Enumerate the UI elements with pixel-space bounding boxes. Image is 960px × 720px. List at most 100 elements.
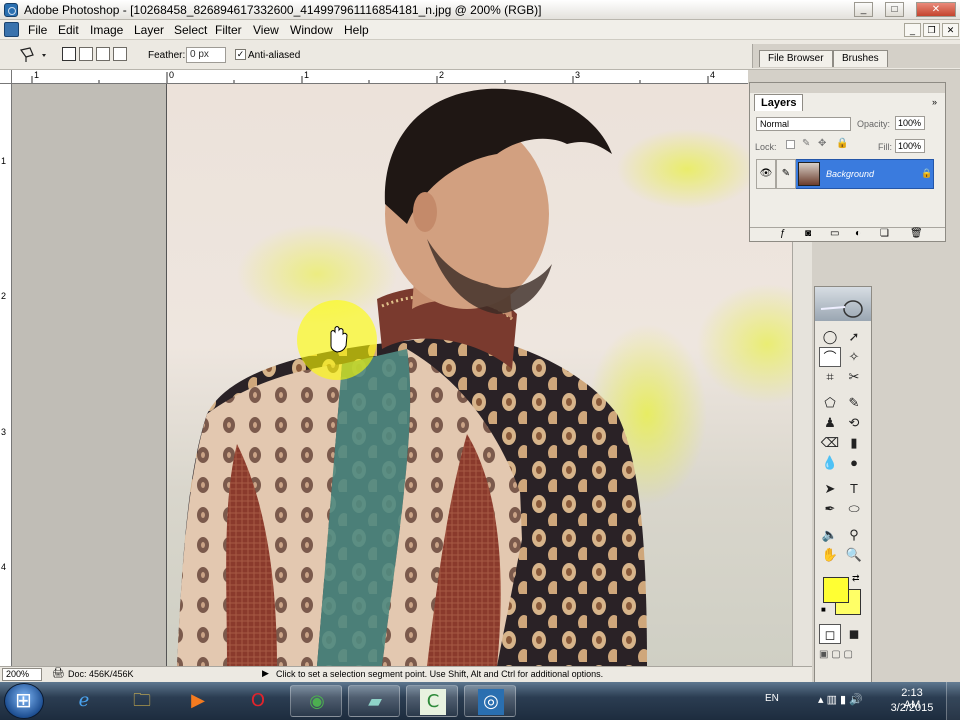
menu-image[interactable]: Image [90, 23, 123, 37]
opera-icon[interactable]: O [232, 685, 284, 717]
ruler-label: 3 [1, 427, 7, 437]
menu-window[interactable]: Window [290, 23, 333, 37]
layer-background[interactable]: 👁 ✎ Background 🔒 [756, 159, 934, 189]
menu-select[interactable]: Select [174, 23, 207, 37]
blend-mode-select[interactable]: Normal [756, 117, 851, 131]
opacity-input[interactable]: 100% [895, 116, 925, 130]
tab-layers[interactable]: Layers [754, 94, 804, 111]
shape-tool-icon[interactable]: ⬭ [843, 499, 865, 519]
standard-mode-icon[interactable]: ◻ [819, 624, 841, 644]
move-icon[interactable]: ✥ [818, 138, 826, 149]
eyedropper-tool-icon[interactable]: ⚲ [843, 525, 865, 545]
screen-mode-icons[interactable]: ▣ ▢ ▢ [819, 649, 869, 665]
vertical-ruler[interactable]: 1 2 3 4 [0, 84, 12, 666]
trash-icon[interactable]: 🗑 [910, 228, 923, 239]
quick-mask-mode-icon[interactable]: ◼ [843, 624, 865, 644]
new-selection-button[interactable] [62, 47, 76, 61]
feather-input[interactable]: 0 px [186, 47, 226, 63]
add-to-selection-button[interactable] [79, 47, 93, 61]
doc-restore-button[interactable]: ❐ [923, 23, 940, 37]
portrait-image [177, 88, 647, 666]
photoshop-taskbar-icon[interactable]: ◎ [464, 685, 516, 717]
document-canvas[interactable] [12, 84, 812, 666]
fill-input[interactable]: 100% [895, 139, 925, 153]
default-colors-icon[interactable]: ■ [821, 605, 826, 614]
vertical-scrollbar[interactable] [792, 240, 812, 666]
gradient-tool-icon[interactable]: ▮ [843, 433, 865, 453]
foreground-color-swatch[interactable] [823, 577, 849, 603]
swap-colors-icon[interactable]: ⇄ [852, 573, 860, 584]
healing-brush-tool-icon[interactable]: ⬠ [819, 393, 841, 413]
dodge-tool-icon[interactable]: ● [843, 453, 865, 473]
ruler-origin[interactable] [0, 70, 12, 84]
zoom-tool-icon[interactable]: 🔍 [843, 545, 865, 565]
system-tray-icons[interactable]: ▴ ▥ ▮ 🔊 [818, 693, 863, 706]
maximize-button[interactable]: □ [885, 2, 904, 17]
show-desktop-button[interactable] [946, 682, 960, 720]
menu-edit[interactable]: Edit [58, 23, 79, 37]
clock-date[interactable]: 3/2/2015 [886, 702, 938, 714]
adjustment-layer-icon[interactable]: ◐ [855, 228, 861, 239]
move-tool-icon[interactable]: ➚ [843, 327, 865, 347]
language-indicator[interactable]: EN [765, 693, 779, 704]
minimize-button[interactable]: _ [854, 2, 873, 17]
type-tool-icon[interactable]: T [843, 479, 865, 499]
feather-label: Feather: [148, 50, 186, 61]
brush-tool-icon[interactable]: ✎ [843, 393, 865, 413]
layer-style-icon[interactable]: ƒ [780, 228, 786, 239]
photo[interactable] [166, 84, 792, 666]
menu-filter[interactable]: Filter [215, 23, 242, 37]
clone-stamp-tool-icon[interactable]: ♟ [819, 413, 841, 433]
internet-explorer-icon[interactable]: ℯ [58, 685, 110, 717]
new-layer-icon[interactable]: ❏ [880, 228, 889, 239]
toolbox-header[interactable] [815, 287, 871, 321]
document-icon[interactable] [4, 22, 19, 37]
menu-file[interactable]: File [28, 23, 47, 37]
layer-name[interactable]: Background [826, 169, 874, 179]
folder-icon[interactable]: ▭ [830, 228, 839, 239]
horizontal-ruler[interactable]: 1 0 1 2 3 4 [12, 70, 748, 84]
folder-icon[interactable]: 🗀 [116, 685, 168, 717]
camtasia-icon[interactable]: C [406, 685, 458, 717]
paintbrush-icon[interactable]: ✎ [802, 138, 810, 149]
menu-view[interactable]: View [253, 23, 279, 37]
tab-file-browser[interactable]: File Browser [759, 50, 833, 67]
windows-start-icon[interactable] [4, 683, 44, 719]
doc-close-button[interactable]: ✕ [942, 23, 959, 37]
mask-icon[interactable]: ◙ [805, 228, 811, 239]
menu-layer[interactable]: Layer [134, 23, 164, 37]
paintbrush-icon[interactable]: ✎ [776, 159, 796, 189]
antialiased-checkbox[interactable]: ✓ [235, 49, 246, 60]
magic-wand-tool-icon[interactable]: ✧ [843, 347, 865, 367]
doc-minimize-button[interactable]: _ [904, 23, 921, 37]
path-selection-tool-icon[interactable]: ➤ [819, 479, 841, 499]
media-player-icon[interactable]: ▶ [172, 685, 224, 717]
notes-tool-icon[interactable]: 🔈 [819, 525, 841, 545]
marquee-tool-icon[interactable]: ◯ [819, 327, 841, 347]
palette-title-bar[interactable] [750, 83, 945, 93]
status-arrow-icon[interactable]: ▶ [262, 668, 269, 679]
tab-brushes[interactable]: Brushes [833, 50, 888, 67]
eye-icon[interactable]: 👁 [756, 159, 776, 189]
dreamweaver-icon[interactable]: ▰ [348, 685, 400, 717]
chrome-icon[interactable]: ◉ [290, 685, 342, 717]
eraser-tool-icon[interactable]: ⌫ [819, 433, 841, 453]
lock-transparency-checkbox[interactable] [786, 140, 795, 149]
hand-tool-icon[interactable]: ✋ [819, 545, 841, 565]
intersect-selection-button[interactable] [113, 47, 127, 61]
slice-tool-icon[interactable]: ✂ [843, 367, 865, 387]
lasso-tool-icon[interactable]: ⌒ [819, 347, 841, 367]
history-brush-tool-icon[interactable]: ⟲ [843, 413, 865, 433]
zoom-field[interactable]: 200% [2, 668, 42, 681]
tool-preset-picker[interactable] [18, 46, 48, 64]
close-button[interactable]: ✕ [916, 2, 956, 17]
palette-menu-icon[interactable]: » [932, 97, 937, 107]
pen-tool-icon[interactable]: ✒ [819, 499, 841, 519]
crop-tool-icon[interactable]: ⌗ [819, 367, 841, 387]
doc-size-info[interactable]: Doc: 456K/456K [68, 669, 134, 679]
palette-well: File Browser Brushes [752, 44, 960, 68]
blur-tool-icon[interactable]: 💧 [819, 453, 841, 473]
lock-icon[interactable]: 🔒 [836, 138, 848, 149]
subtract-from-selection-button[interactable] [96, 47, 110, 61]
menu-help[interactable]: Help [344, 23, 369, 37]
